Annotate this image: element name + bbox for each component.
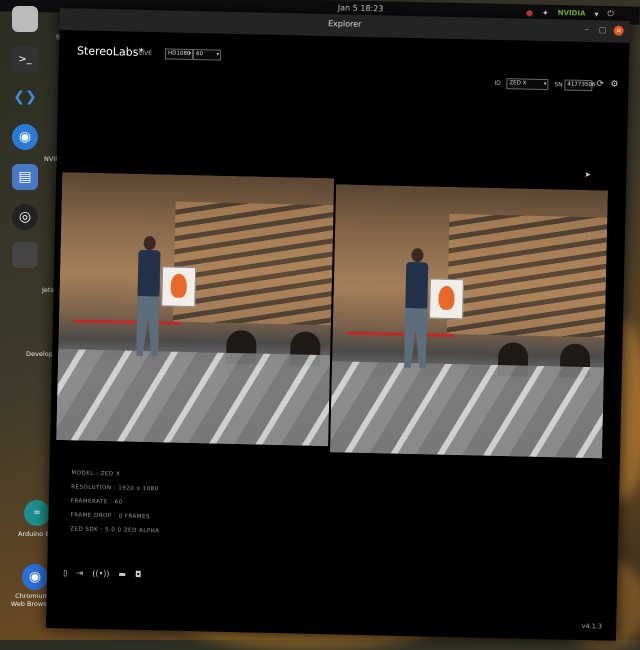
settings-icon[interactable]: ✦ xyxy=(542,8,549,17)
info-frame-drop: FRAME DROP : 0 FRAMES xyxy=(70,512,151,521)
info-model: MODEL : ZED X xyxy=(71,470,121,478)
sn-label: SN xyxy=(554,81,563,89)
vscode-icon[interactable]: ❮❯ xyxy=(12,84,38,110)
serial-number-field: 41773506 xyxy=(564,79,596,92)
person-torso xyxy=(405,261,429,311)
fps-select[interactable]: 60 ▾ xyxy=(192,49,222,61)
maximize-icon[interactable]: ▢ xyxy=(598,25,608,35)
held-drawing xyxy=(429,278,464,320)
record-icon[interactable]: ● xyxy=(526,8,533,17)
explorer-window: Explorer – ▢ × StereoLabs* LIVE HD1080 ▾ … xyxy=(45,8,630,641)
snapshot-icon[interactable]: ◘ xyxy=(135,570,142,579)
app-version: v4.1.3 xyxy=(581,621,603,631)
charmander-drawing xyxy=(438,285,455,311)
desktop-label[interactable]: Develop xyxy=(26,350,53,358)
chromium-icon[interactable]: ◉ xyxy=(12,124,38,150)
resolution-value: HD1080 xyxy=(167,50,191,57)
arduino-icon[interactable]: ∞ xyxy=(24,500,50,526)
stream-icon[interactable]: ((•)) xyxy=(92,569,109,578)
info-resolution: RESOLUTION : 1920 x 1080 xyxy=(71,484,159,493)
record-video-icon[interactable]: ▬ xyxy=(118,569,126,578)
settings-gear-icon[interactable]: ⚙ xyxy=(610,80,618,90)
dock: >_ ❮❯ ◉ ▤ ◎ gerbob NVIDIA Jetson Develop… xyxy=(4,0,79,640)
terminal-icon[interactable]: >_ xyxy=(12,46,38,72)
info-sdk-version: ZED SDK : 5.0.0 ZED ALPHA xyxy=(70,526,160,535)
right-view-balconies xyxy=(446,213,608,338)
right-view-floor xyxy=(329,361,604,459)
refresh-icon[interactable]: ⟳ xyxy=(596,79,604,89)
chevron-down-icon: ▾ xyxy=(216,51,220,58)
live-label: LIVE xyxy=(138,49,153,58)
power-icon[interactable]: ⏻ xyxy=(607,9,614,19)
resolution-select[interactable]: HD1080 ▾ xyxy=(164,48,194,61)
text-editor-icon[interactable]: ▤ xyxy=(12,164,38,190)
bottom-toolbar: ▯ ⇥ ((•)) ▬ ◘ xyxy=(63,568,141,579)
held-drawing xyxy=(161,266,197,308)
right-camera-view[interactable] xyxy=(329,184,609,459)
nvidia-badge[interactable]: NVIDIA xyxy=(558,9,586,18)
left-camera-view[interactable] xyxy=(56,172,335,447)
export-icon[interactable]: ⇥ xyxy=(76,569,83,578)
mouse-cursor-icon: ➤ xyxy=(584,169,592,180)
camera-id-label: ID xyxy=(494,79,501,88)
save-file-icon[interactable]: ▯ xyxy=(63,568,68,577)
clock[interactable]: Jan 5 18:23 xyxy=(338,3,384,13)
sn-value: 41773506 xyxy=(567,81,596,89)
minimize-icon[interactable]: – xyxy=(582,25,592,35)
file-manager-icon[interactable] xyxy=(12,6,38,32)
chevron-down-icon: ▾ xyxy=(188,50,192,57)
obs-icon[interactable]: ◎ xyxy=(12,204,38,230)
charmander-drawing xyxy=(170,273,187,298)
camera-value: ZED X xyxy=(509,80,527,87)
stereolabs-logo: StereoLabs* xyxy=(76,44,145,59)
network-icon[interactable]: ▾ xyxy=(594,9,598,18)
camera-select[interactable]: ZED X ▾ xyxy=(506,78,549,91)
chevron-down-icon: ▾ xyxy=(543,80,547,88)
system-tray[interactable]: ● ✦ NVIDIA ▾ ⏻ xyxy=(526,7,614,19)
window-thumb-icon[interactable] xyxy=(12,242,38,268)
left-view-balconies xyxy=(173,201,334,326)
info-framerate: FRAMERATE : 60 xyxy=(70,498,123,506)
person-torso xyxy=(137,249,161,299)
left-view-floor xyxy=(56,348,331,447)
chromium-desktop-icon[interactable]: ◉ xyxy=(22,564,48,590)
fps-value: 60 xyxy=(195,51,204,58)
